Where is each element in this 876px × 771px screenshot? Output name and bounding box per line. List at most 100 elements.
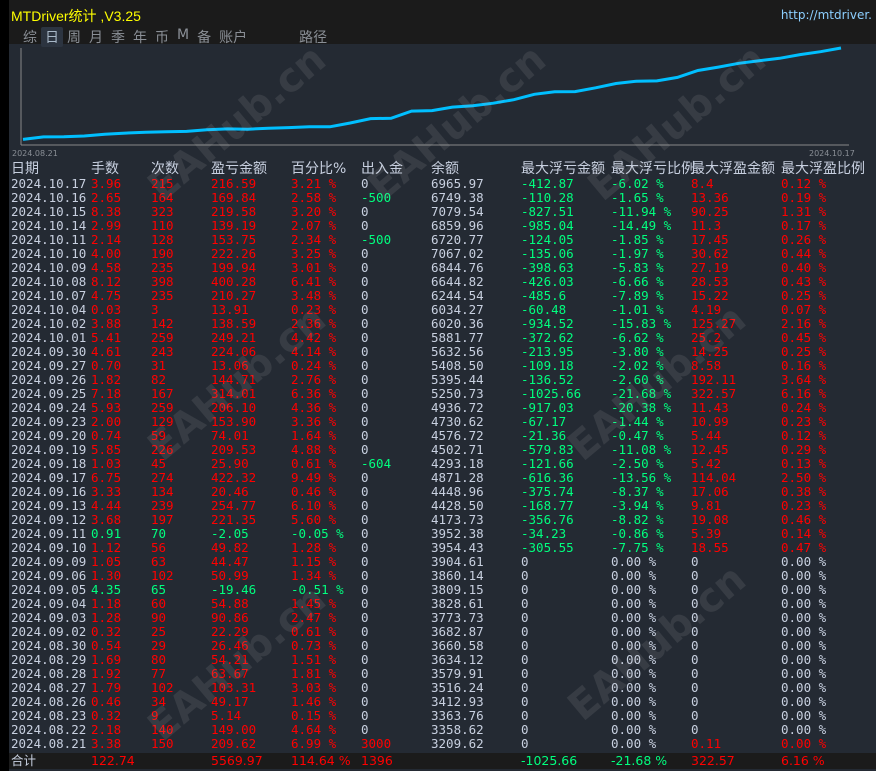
cell-lots: 3.88 [91,316,122,331]
cell-balance: 3363.76 [431,708,484,723]
cell-deposit: 0 [361,218,369,233]
cell-max-float-profit: 28.53 [691,274,729,289]
cell-lots: 0.03 [91,302,122,317]
cell-max-float-loss: -305.55 [521,540,574,555]
cell-max-float-profit-pct: 0.19 % [781,190,827,205]
cell-max-float-loss: -375.74 [521,484,574,499]
cell-profit: 49.82 [211,540,249,555]
cell-date: 2024.10.01 [11,330,87,345]
table-row: 2024.09.02 0.32 25 22.29 0.61 % 0 3682.87 0 0.00… [9,625,876,639]
cell-max-float-loss-pct: -15.83 % [611,316,672,331]
cell-max-float-profit-pct: 0.12 % [781,428,827,443]
table-row: 2024.09.20 0.74 59 74.01 1.64 % 0 4576.72 -21.3… [9,429,876,443]
cell-max-float-loss: -110.28 [521,190,574,205]
cell-trades: 140 [151,722,174,737]
cell-max-float-loss: 0 [521,568,529,583]
total-row: 合计 122.74 5569.97 114.64 % 1396 -1025.66 -21.6… [9,753,876,769]
cell-max-float-profit: 5.44 [691,428,722,443]
cell-trades: 110 [151,218,174,233]
cell-date: 2024.10.08 [11,274,87,289]
cell-percent: 4.14 % [291,344,337,359]
cell-max-float-profit: 0 [691,638,699,653]
table-row: 2024.09.19 5.85 226 209.53 4.88 % 0 4502.71 -57… [9,443,876,457]
cell-profit: 149.00 [211,722,257,737]
cell-max-float-profit: 0 [691,554,699,569]
cell-profit: -2.05 [211,526,249,541]
cell-max-float-loss: 0 [521,596,529,611]
cell-max-float-profit-pct: 0.29 % [781,442,827,457]
cell-percent: 4.42 % [291,330,337,345]
cell-date: 2024.10.15 [11,204,87,219]
cell-deposit: 0 [361,302,369,317]
cell-date: 2024.09.02 [11,624,87,639]
cell-max-float-profit-pct: 6.16 % [781,386,827,401]
cell-max-float-profit-pct: 0.23 % [781,414,827,429]
cell-profit: 216.59 [211,176,257,191]
cell-lots: 1.18 [91,596,122,611]
cell-balance: 6644.82 [431,274,484,289]
cell-lots: 3.38 [91,736,122,751]
cell-max-float-loss-pct: -1.01 % [611,302,664,317]
cell-max-float-profit: 0 [691,610,699,625]
cell-max-float-profit-pct: 0.26 % [781,232,827,247]
cell-deposit: 0 [361,652,369,667]
cell-trades: 102 [151,680,174,695]
cell-date: 2024.09.27 [11,358,87,373]
cell-lots: 4.75 [91,288,122,303]
cell-percent: 1.15 % [291,554,337,569]
table-row: 2024.10.15 8.38 323 219.58 3.20 % 0 7079.54 -82… [9,205,876,219]
cell-percent: 1.34 % [291,568,337,583]
cell-lots: 1.92 [91,666,122,681]
cell-percent: 1.51 % [291,652,337,667]
cell-trades: 398 [151,274,174,289]
cell-max-float-profit-pct: 0.00 % [781,694,827,709]
cell-lots: 4.35 [91,582,122,597]
cell-deposit: 0 [361,680,369,695]
cell-profit: 224.06 [211,344,257,359]
cell-profit: 222.26 [211,246,257,261]
cell-profit: 103.31 [211,680,257,695]
cell-deposit: 0 [361,610,369,625]
table-row: 2024.10.09 4.58 235 199.94 3.01 % 0 6844.76 -39… [9,261,876,275]
cell-trades: 150 [151,736,174,751]
website-link[interactable]: http://mtdriver. [781,8,872,22]
cell-max-float-profit: 192.11 [691,372,737,387]
cell-max-float-profit: 322.57 [691,386,737,401]
cell-date: 2024.10.16 [11,190,87,205]
cell-max-float-profit-pct: 0.00 % [781,582,827,597]
cell-lots: 3.96 [91,176,122,191]
cell-deposit: 0 [361,624,369,639]
cell-percent: 3.48 % [291,288,337,303]
cell-max-float-loss: -372.62 [521,330,574,345]
cell-balance: 6720.77 [431,232,484,247]
column-header-trades: 次数 [151,161,179,177]
table-row: 2024.08.29 1.69 80 54.21 1.51 % 0 3634.12 0 0.00… [9,653,876,667]
cell-max-float-profit: 90.25 [691,204,729,219]
cell-trades: 59 [151,428,167,443]
cell-max-float-loss: -121.66 [521,456,574,471]
cell-profit: 206.10 [211,400,257,415]
cell-date: 2024.08.29 [11,652,87,667]
cell-max-float-profit-pct: 0.45 % [781,330,827,345]
cell-percent: 2.07 % [291,218,337,233]
cell-lots: 2.18 [91,722,122,737]
cell-percent: 2.34 % [291,232,337,247]
cell-profit: 49.17 [211,694,249,709]
cell-max-float-loss: -485.6 [521,288,567,303]
cell-max-float-profit: 9.81 [691,498,722,513]
cell-deposit: 0 [361,722,369,737]
table-row: 2024.09.03 1.28 90 90.86 2.47 % 0 3773.73 0 0.00… [9,611,876,625]
cell-profit: 20.46 [211,484,249,499]
cell-max-float-profit: 17.06 [691,484,729,499]
cell-max-float-loss: -985.04 [521,218,574,233]
cell-date: 2024.08.26 [11,694,87,709]
cell-lots: 0.70 [91,358,122,373]
column-header-deposit: 出入金 [361,161,403,177]
table-row: 2024.08.21 3.38 150 209.62 6.99 % 3000 3209.62… [9,737,876,751]
cell-max-float-loss-pct: -11.94 % [611,204,672,219]
cell-max-float-loss: -356.76 [521,512,574,527]
cell-profit: 90.86 [211,610,249,625]
cell-max-float-loss: -124.05 [521,232,574,247]
cell-max-float-loss: 0 [521,666,529,681]
cell-deposit: 0 [361,274,369,289]
